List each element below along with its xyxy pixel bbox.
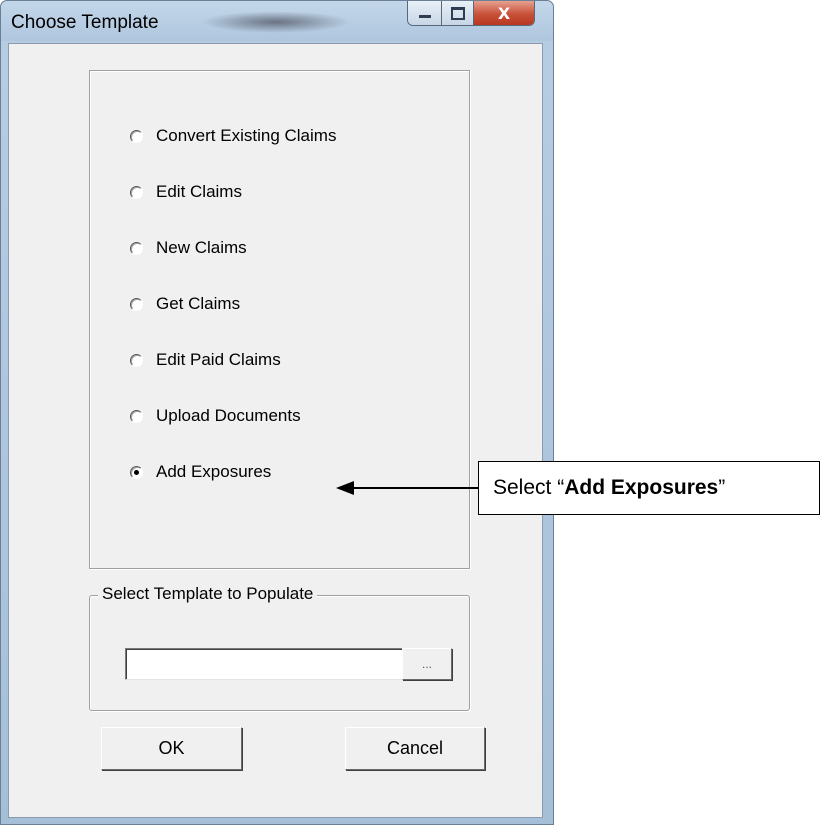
radio-button[interactable] xyxy=(130,241,143,255)
close-button[interactable]: X xyxy=(474,1,534,25)
radio-button[interactable] xyxy=(130,297,143,311)
template-path-input[interactable] xyxy=(125,648,404,680)
ok-button[interactable]: OK xyxy=(101,727,242,770)
callout-suffix: ” xyxy=(718,476,726,499)
group-legend: Select Template to Populate xyxy=(98,584,318,604)
radio-button[interactable] xyxy=(130,129,143,143)
option-label: New Claims xyxy=(156,238,247,257)
dialog-client-area: Convert Existing Claims Edit Claims New … xyxy=(8,43,543,818)
radio-button[interactable] xyxy=(130,185,143,199)
option-label: Edit Claims xyxy=(156,182,242,201)
radio-button[interactable] xyxy=(130,353,143,367)
option-convert-existing-claims[interactable]: Convert Existing Claims xyxy=(130,126,336,146)
callout-emphasis: Add Exposures xyxy=(564,476,719,499)
option-add-exposures[interactable]: Add Exposures xyxy=(130,462,271,482)
option-label: Add Exposures xyxy=(156,462,272,481)
option-get-claims[interactable]: Get Claims xyxy=(130,294,240,314)
option-new-claims[interactable]: New Claims xyxy=(130,238,247,258)
choose-template-dialog: Choose Template X Convert Existing Claim… xyxy=(0,0,554,825)
radio-button-selected[interactable] xyxy=(130,465,143,479)
maximize-button[interactable] xyxy=(442,1,474,25)
browse-button[interactable]: ... xyxy=(402,648,452,680)
template-file-group: Select Template to Populate ... xyxy=(89,584,470,711)
option-label: Edit Paid Claims xyxy=(156,350,281,369)
instruction-callout: Select “Add Exposures” xyxy=(478,461,820,515)
cancel-button[interactable]: Cancel xyxy=(345,727,485,770)
callout-prefix: Select “ xyxy=(493,476,565,499)
option-label: Upload Documents xyxy=(156,406,301,425)
option-label: Get Claims xyxy=(156,294,241,313)
minimize-icon xyxy=(418,14,431,18)
option-label: Convert Existing Claims xyxy=(156,126,337,145)
caption-buttons: X xyxy=(407,1,535,26)
option-edit-claims[interactable]: Edit Claims xyxy=(130,182,242,202)
close-icon: X xyxy=(497,3,511,23)
maximize-icon xyxy=(450,6,465,20)
option-upload-documents[interactable]: Upload Documents xyxy=(130,406,301,426)
radio-button[interactable] xyxy=(130,409,143,423)
title-bar[interactable]: Choose Template X xyxy=(1,1,553,41)
title-bar-glow xyxy=(201,11,351,33)
window-title: Choose Template xyxy=(11,12,159,33)
template-options-panel: Convert Existing Claims Edit Claims New … xyxy=(89,70,470,569)
option-edit-paid-claims[interactable]: Edit Paid Claims xyxy=(130,350,281,370)
minimize-button[interactable] xyxy=(408,1,442,25)
